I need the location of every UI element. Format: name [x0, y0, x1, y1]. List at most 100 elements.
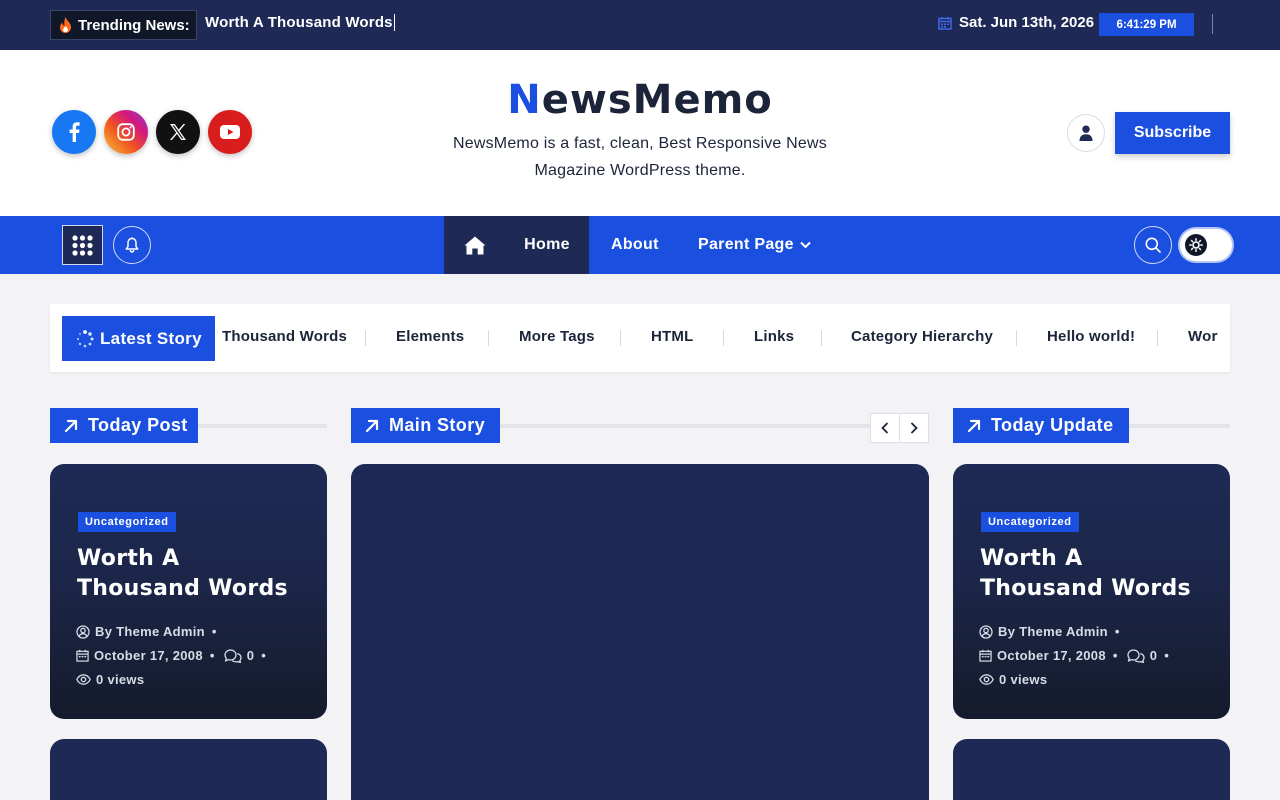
ticker-item[interactable]: Links — [754, 328, 794, 345]
notification-button[interactable] — [113, 226, 151, 264]
ticker-separator — [1016, 330, 1017, 346]
latest-story-label-text: Latest Story — [100, 328, 202, 348]
latest-story-label: Latest Story — [62, 316, 215, 361]
section-title-today-update: Today Update — [953, 408, 1129, 443]
ticker-item[interactable]: Hello world! — [1047, 328, 1135, 345]
dark-mode-toggle[interactable] — [1180, 229, 1232, 261]
post-card[interactable]: Uncategorized Worth A Thousand Words By … — [953, 464, 1230, 719]
menu-grid-button[interactable] — [62, 225, 103, 265]
main-nav: Home About Parent Page — [0, 216, 1280, 274]
post-card[interactable] — [50, 739, 327, 800]
nav-item-about[interactable]: About — [611, 216, 659, 274]
comment-count[interactable]: 0 — [1150, 648, 1158, 663]
time-badge: 6:41:29 PM — [1099, 13, 1194, 36]
ticker-separator — [723, 330, 724, 346]
calendar-icon — [938, 16, 952, 30]
ticker-item[interactable]: Thousand Words — [222, 328, 347, 345]
chevron-down-icon — [800, 241, 811, 249]
ticker-separator — [1157, 330, 1158, 346]
user-icon — [1079, 125, 1093, 141]
ticker-separator — [620, 330, 621, 346]
separator-dot: • — [261, 648, 267, 663]
trending-label: Trending News: — [50, 10, 197, 40]
divider — [1212, 14, 1213, 34]
search-icon — [1145, 237, 1161, 253]
eye-icon — [979, 674, 994, 685]
post-date[interactable]: October 17, 2008 — [997, 648, 1106, 663]
post-card[interactable] — [953, 739, 1230, 800]
slider-prev-button[interactable] — [870, 413, 900, 443]
search-button[interactable] — [1134, 226, 1172, 264]
section-title-text: Today Update — [991, 415, 1114, 435]
ticker-separator — [821, 330, 822, 346]
chevron-left-icon — [881, 422, 889, 434]
arrow-up-right-icon — [64, 419, 78, 433]
separator-dot: • — [211, 624, 217, 639]
comments-icon — [1127, 648, 1145, 663]
section-title-text: Main Story — [389, 415, 486, 435]
home-icon — [464, 236, 486, 255]
calendar-icon — [979, 649, 992, 662]
separator-dot: • — [1164, 648, 1170, 663]
section-title-today-post: Today Post — [50, 408, 198, 443]
user-account-button[interactable] — [1067, 114, 1105, 152]
fire-icon — [59, 17, 72, 33]
ticker-item[interactable]: More Tags — [519, 328, 595, 345]
post-views: 0 views — [76, 672, 144, 687]
subscribe-button[interactable]: Subscribe — [1115, 112, 1230, 154]
trending-label-text: Trending News: — [78, 16, 190, 34]
post-title[interactable]: Worth A Thousand Words — [77, 544, 307, 604]
post-author[interactable]: By Theme Admin • — [76, 624, 217, 639]
ticker-item[interactable]: Category Hierarchy — [851, 328, 993, 345]
comment-count[interactable]: 0 — [247, 648, 255, 663]
separator-dot: • — [1112, 648, 1118, 663]
ticker-item[interactable]: Wort — [1188, 328, 1218, 345]
home-icon-link[interactable] — [444, 216, 505, 274]
site-tagline: NewsMemo is a fast, clean, Best Responsi… — [453, 135, 827, 179]
category-badge[interactable]: Uncategorized — [981, 512, 1079, 532]
view-count: 0 views — [999, 672, 1048, 687]
nav-item-parent-page[interactable]: Parent Page — [698, 216, 811, 274]
user-circle-icon — [76, 624, 90, 639]
separator-dot: • — [1114, 624, 1120, 639]
post-title[interactable]: Worth A Thousand Words — [980, 544, 1210, 604]
latest-story-ticker: Thousand Words Elements More Tags HTML L… — [222, 304, 1218, 372]
sun-icon — [1185, 234, 1207, 256]
ticker-separator — [488, 330, 489, 346]
user-circle-icon — [979, 624, 993, 639]
view-count: 0 views — [96, 672, 145, 687]
slider-next-button[interactable] — [899, 413, 929, 443]
trending-headline[interactable]: Worth A Thousand Words — [205, 14, 395, 31]
nav-item-home[interactable]: Home — [505, 216, 589, 274]
arrow-up-right-icon — [365, 419, 379, 433]
grid-dots-icon — [72, 234, 93, 256]
section-title-text: Today Post — [88, 415, 188, 435]
calendar-icon — [76, 649, 89, 662]
section-title-main-story: Main Story — [351, 408, 500, 443]
bell-icon — [125, 237, 139, 253]
ticker-item[interactable]: Elements — [396, 328, 464, 345]
nav-item-parent-page-label: Parent Page — [698, 236, 794, 253]
author-name[interactable]: By Theme Admin — [998, 624, 1108, 639]
category-badge[interactable]: Uncategorized — [78, 512, 176, 532]
main-story-slide[interactable] — [351, 464, 929, 800]
post-author[interactable]: By Theme Admin • — [979, 624, 1120, 639]
loading-spinner-icon — [76, 329, 94, 348]
arrow-up-right-icon — [967, 419, 981, 433]
ticker-item[interactable]: HTML — [651, 328, 693, 345]
date-text: Sat. Jun 13th, 2026 — [959, 14, 1095, 31]
separator-dot: • — [209, 648, 215, 663]
eye-icon — [76, 674, 91, 685]
post-date[interactable]: October 17, 2008 — [94, 648, 203, 663]
comments-icon — [224, 648, 242, 663]
site-header: NewsMemo NewsMemo is a fast, clean, Best… — [0, 50, 1280, 216]
post-meta: October 17, 2008 • 0 • — [979, 648, 1169, 663]
post-views: 0 views — [979, 672, 1047, 687]
ticker-separator — [365, 330, 366, 346]
post-meta: October 17, 2008 • 0 • — [76, 648, 266, 663]
latest-story-bar: Latest Story Thousand Words Elements Mor… — [50, 304, 1230, 372]
author-name[interactable]: By Theme Admin — [95, 624, 205, 639]
post-card[interactable]: Uncategorized Worth A Thousand Words By … — [50, 464, 327, 719]
top-bar: Trending News: Worth A Thousand Words Sa… — [0, 0, 1280, 50]
chevron-right-icon — [910, 422, 918, 434]
